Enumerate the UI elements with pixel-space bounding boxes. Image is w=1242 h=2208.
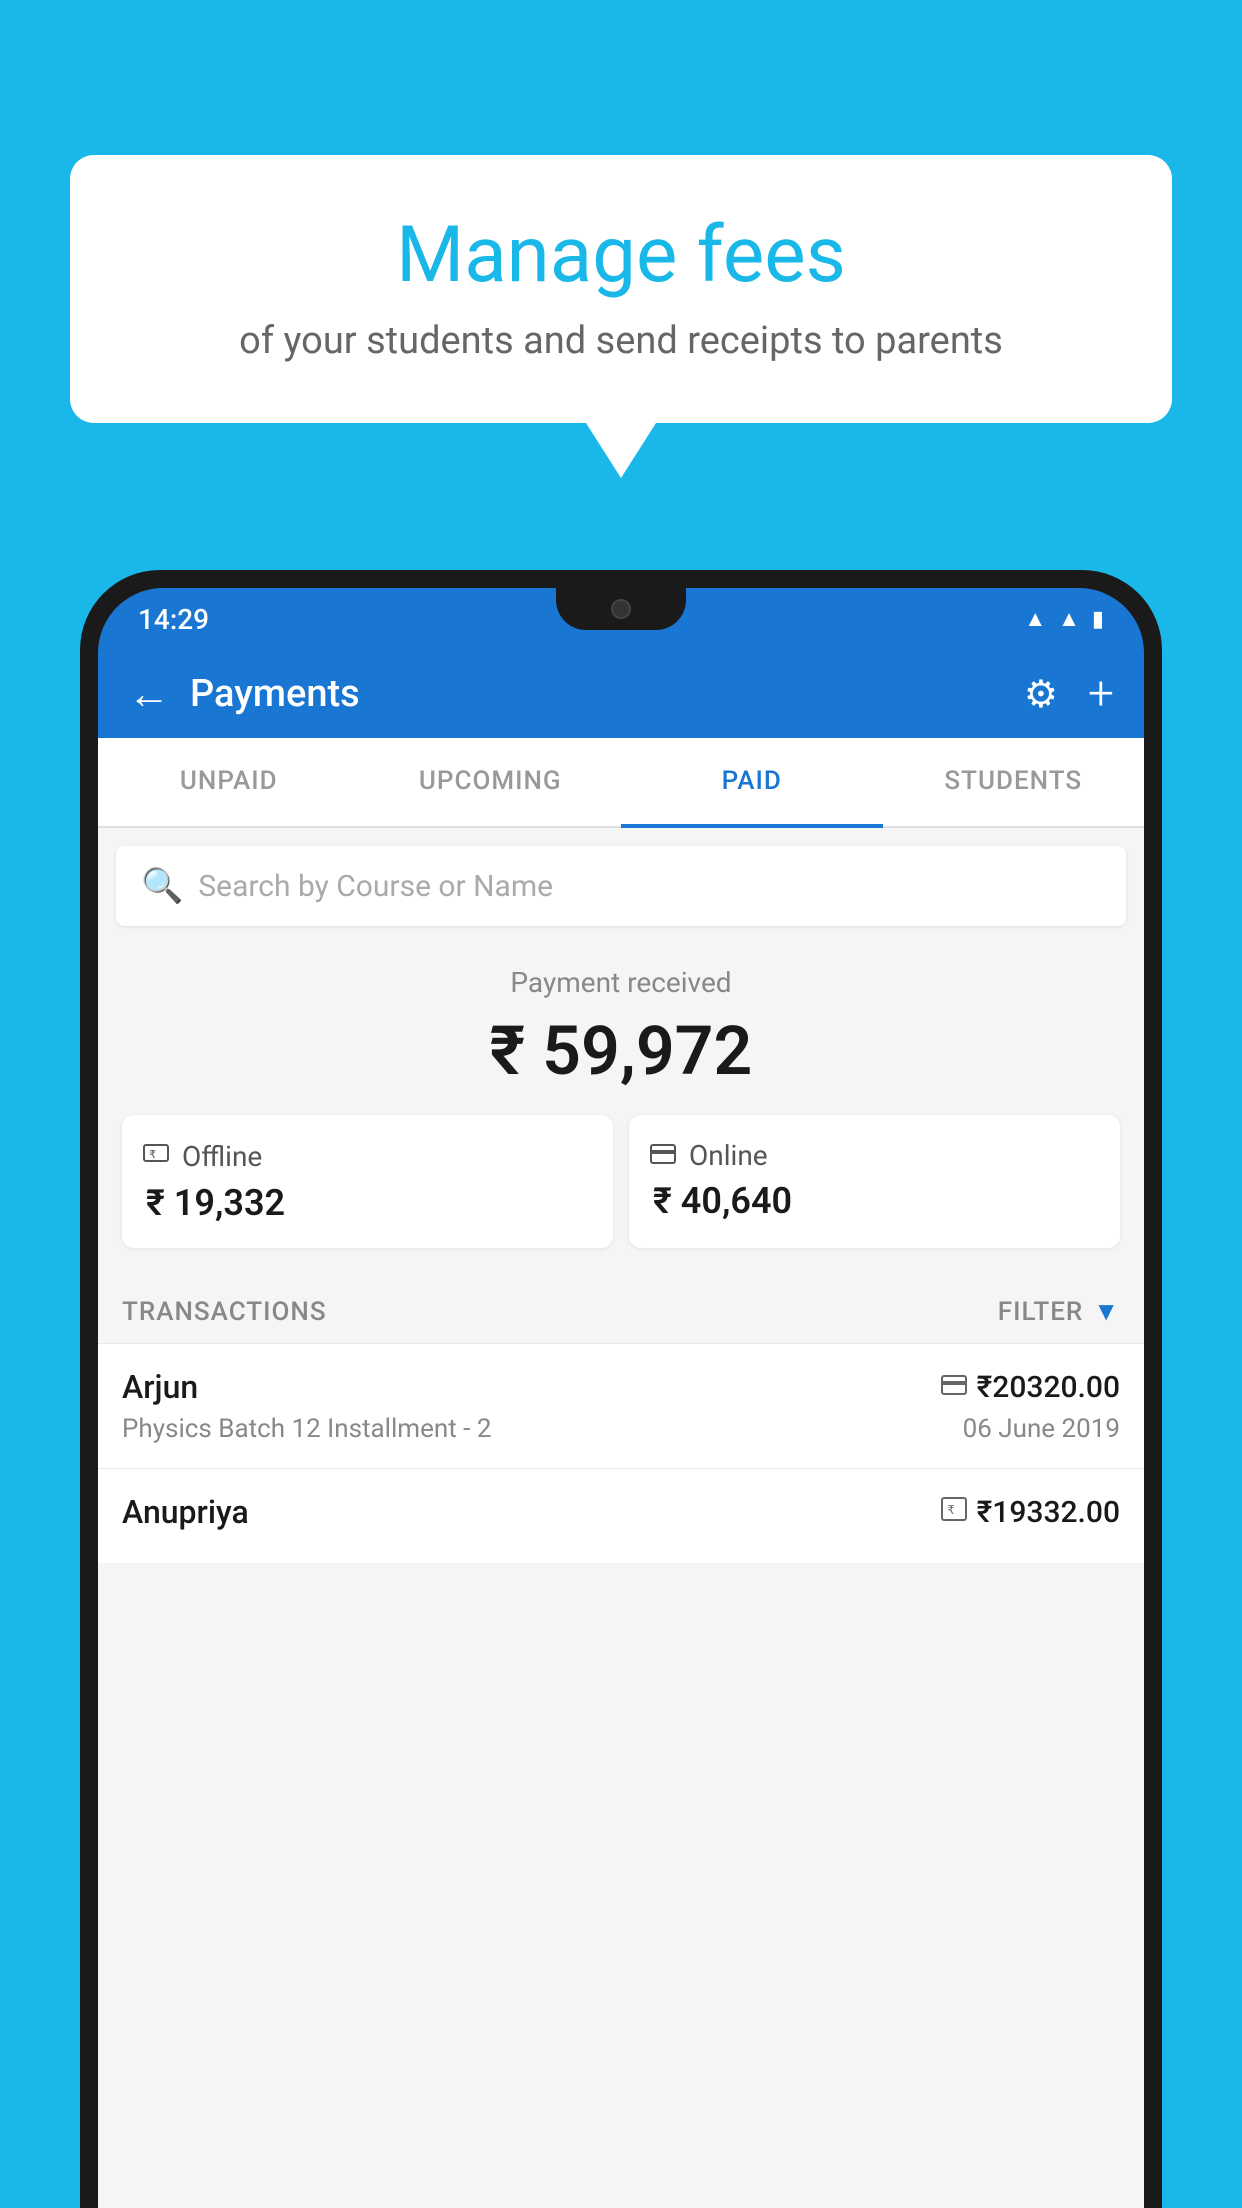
online-icon [649, 1139, 677, 1172]
notch [556, 588, 686, 630]
transaction-arjun-date: 06 June 2019 [963, 1414, 1120, 1444]
search-bar[interactable]: 🔍 Search by Course or Name [116, 846, 1126, 926]
online-card-header: Online [649, 1139, 768, 1172]
transaction-arjun-desc: Physics Batch 12 Installment - 2 [122, 1414, 491, 1444]
app-bar-title: Payments [190, 672, 1024, 716]
transaction-anupriya-row1: Anupriya ₹ ₹19332.00 [122, 1493, 1120, 1531]
transaction-arjun-row2: Physics Batch 12 Installment - 2 06 June… [122, 1414, 1120, 1444]
app-bar-actions: ⚙ + [1024, 667, 1114, 721]
transaction-anupriya-amount: ₹19332.00 [977, 1495, 1120, 1530]
payment-received-label: Payment received [118, 966, 1124, 999]
add-icon[interactable]: + [1088, 667, 1114, 721]
payment-cards: ₹ Offline ₹ 19,332 [122, 1115, 1120, 1248]
transaction-item-anupriya[interactable]: Anupriya ₹ ₹19332.00 [98, 1468, 1144, 1563]
manage-fees-subtitle: of your students and send receipts to pa… [130, 319, 1112, 363]
transaction-arjun-row1: Arjun ₹20320.00 [122, 1368, 1120, 1406]
filter-button[interactable]: FILTER ▼ [998, 1296, 1120, 1327]
battery-icon: ▮ [1092, 607, 1104, 632]
speech-bubble: Manage fees of your students and send re… [70, 155, 1172, 423]
search-icon: 🔍 [141, 866, 183, 906]
svg-text:₹: ₹ [149, 1149, 156, 1161]
offline-label: Offline [182, 1140, 262, 1173]
payment-summary: Payment received ₹ 59,972 ₹ [98, 936, 1144, 1268]
filter-icon: ▼ [1093, 1296, 1120, 1327]
transaction-anupriya-name: Anupriya [122, 1493, 249, 1531]
phone-screen: 14:29 ▲ ▲ ▮ ← Payments ⚙ + UNPAID UPCOMI… [98, 588, 1144, 2208]
screen-content: 🔍 Search by Course or Name Payment recei… [98, 828, 1144, 2208]
transaction-arjun-amount-wrap: ₹20320.00 [941, 1370, 1120, 1405]
phone-frame: 14:29 ▲ ▲ ▮ ← Payments ⚙ + UNPAID UPCOMI… [80, 570, 1162, 2208]
online-label: Online [689, 1139, 768, 1172]
tab-unpaid[interactable]: UNPAID [98, 738, 360, 828]
online-amount: ₹ 40,640 [649, 1180, 792, 1222]
status-icons: ▲ ▲ ▮ [1024, 606, 1104, 632]
transactions-header: TRANSACTIONS FILTER ▼ [98, 1268, 1144, 1343]
offline-icon: ₹ [142, 1139, 170, 1174]
online-payment-card: Online ₹ 40,640 [629, 1115, 1120, 1248]
transactions-label: TRANSACTIONS [122, 1297, 327, 1327]
offline-amount: ₹ 19,332 [142, 1182, 285, 1224]
speech-bubble-container: Manage fees of your students and send re… [70, 155, 1172, 478]
search-placeholder: Search by Course or Name [198, 869, 553, 904]
transaction-arjun-name: Arjun [122, 1368, 198, 1406]
transaction-arjun-amount: ₹20320.00 [977, 1370, 1120, 1405]
signal-icon: ▲ [1058, 606, 1080, 632]
wifi-icon: ▲ [1024, 606, 1046, 632]
transaction-item-arjun[interactable]: Arjun ₹20320.00 Physics Batch 12 Install… [98, 1343, 1144, 1468]
transaction-anupriya-amount-wrap: ₹ ₹19332.00 [941, 1495, 1120, 1530]
status-time: 14:29 [138, 603, 209, 636]
tab-upcoming[interactable]: UPCOMING [360, 738, 622, 828]
manage-fees-title: Manage fees [130, 210, 1112, 301]
filter-label: FILTER [998, 1297, 1083, 1327]
speech-bubble-arrow [586, 423, 656, 478]
svg-text:₹: ₹ [947, 1503, 955, 1517]
back-button[interactable]: ← [128, 670, 170, 719]
tab-paid[interactable]: PAID [621, 738, 883, 828]
tab-students[interactable]: STUDENTS [883, 738, 1145, 828]
tabs: UNPAID UPCOMING PAID STUDENTS [98, 738, 1144, 828]
offline-card-header: ₹ Offline [142, 1139, 262, 1174]
transaction-arjun-icon [941, 1372, 967, 1402]
offline-payment-card: ₹ Offline ₹ 19,332 [122, 1115, 613, 1248]
payment-total-amount: ₹ 59,972 [118, 1011, 1124, 1091]
status-bar: 14:29 ▲ ▲ ▮ [98, 588, 1144, 650]
transaction-anupriya-icon: ₹ [941, 1497, 967, 1528]
app-bar: ← Payments ⚙ + [98, 650, 1144, 738]
camera [611, 599, 631, 619]
settings-icon[interactable]: ⚙ [1024, 672, 1058, 717]
